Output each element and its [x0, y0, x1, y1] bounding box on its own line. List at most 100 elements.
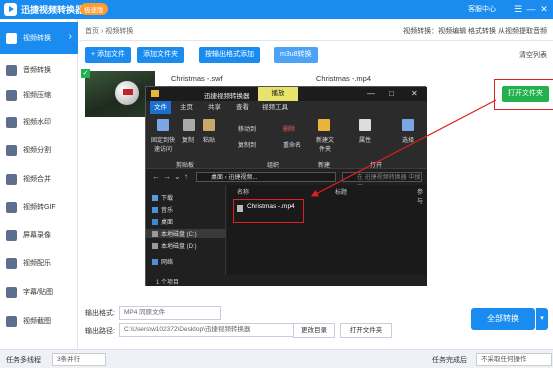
file-list: 名称 标题 参与 Christmas -.mp4 [227, 185, 427, 275]
breadcrumb: 首页 › 视频转换 [85, 26, 133, 36]
paste-icon[interactable] [203, 119, 215, 131]
split-icon [6, 144, 17, 156]
nav-item-desktop[interactable]: 桌面 [152, 217, 173, 226]
column-contributing[interactable]: 参与 [417, 187, 427, 205]
tab-view[interactable]: 查看 [232, 101, 253, 114]
up-arrow-icon[interactable]: ↑ [184, 172, 188, 181]
sidebar-item-video-convert[interactable]: 视频转换 [0, 22, 78, 54]
column-name[interactable]: 名称 [237, 187, 249, 196]
clear-list-button[interactable]: 清空列表 [519, 50, 547, 60]
nav-item-drive-c[interactable]: 本地磁盘 (C:) [146, 229, 226, 238]
open-output-folder-button[interactable]: 打开文件夹 [340, 323, 392, 338]
delete-button[interactable]: 删除 [283, 124, 295, 133]
nav-item-label: 本地磁盘 (D:) [161, 244, 197, 250]
file-explorer-window: 迅捷视频转换器 播放 — □ ✕ 文件 主页 共享 查看 视频工具 固定到快速访… [145, 86, 427, 286]
sidebar-item-label: 视频转换 [23, 35, 51, 42]
forward-arrow-icon[interactable]: → [163, 172, 171, 181]
sidebar-item-label: 视频合并 [23, 176, 51, 183]
open-group-label: 打开 [370, 163, 383, 169]
add-file-button[interactable]: + 添加文件 [85, 47, 132, 63]
tab-share[interactable]: 共享 [204, 101, 225, 114]
properties-label: 属性 [359, 138, 372, 144]
copy-to-button[interactable]: 复制到 [238, 140, 256, 149]
status-bar: 任务多线程 3条并行 任务完成后 不采取任何操作 [0, 349, 553, 368]
play-tab[interactable]: 播放 [258, 87, 298, 101]
toolbar: + 添加文件 添加文件夹 按输出格式添加 m3u8转换 清空列表 [79, 41, 553, 69]
pin-icon[interactable] [157, 119, 169, 131]
open-folder-button[interactable]: 打开文件夹 [502, 86, 549, 102]
add-folder-button[interactable]: 添加文件夹 [137, 47, 184, 63]
tab-video-tools[interactable]: 视频工具 [258, 101, 292, 114]
merge-icon [6, 173, 17, 185]
nav-item-label: 本地磁盘 (C:) [161, 232, 197, 238]
music-icon [6, 257, 17, 269]
thread-select[interactable]: 3条并行 [52, 353, 106, 366]
change-directory-button[interactable]: 更改目录 [293, 323, 335, 338]
new-folder-icon[interactable] [318, 119, 330, 131]
back-arrow-icon[interactable]: ← [152, 172, 160, 181]
ribbon-tabs: 文件 主页 共享 查看 视频工具 [146, 101, 427, 114]
app-logo-icon [4, 3, 17, 16]
thread-label: 任务多线程 [6, 357, 41, 364]
after-task-label: 任务完成后 [432, 357, 467, 364]
sidebar-item-label: 视频水印 [23, 119, 51, 126]
feature-links[interactable]: 视频转换：视频编辑 格式转换 从视频提取音频 [403, 26, 547, 36]
nav-item-drive-d[interactable]: 本地磁盘 (D:) [152, 241, 197, 250]
sidebar-item-screenshot[interactable]: 视频截图 [0, 305, 78, 337]
nav-item-network[interactable]: 网络 [152, 257, 173, 266]
after-task-select[interactable]: 不采取任何操作 [476, 353, 552, 366]
paste-label: 粘贴 [203, 138, 216, 144]
sidebar-item-label: 视频转GIF [23, 204, 56, 211]
properties-icon[interactable] [359, 119, 371, 131]
convert-menu-chevron-icon[interactable]: ▾ [536, 308, 548, 330]
nav-item-label: 网络 [161, 260, 174, 266]
navigation-pane: 下载 音乐 桌面 本地磁盘 (C:) 本地磁盘 (D:) 网络 [146, 185, 226, 275]
output-path-field[interactable]: C:\Users\w102372\Desktop\迅捷视频转换器 [119, 323, 295, 337]
explorer-status-bar: 1 个项目 [146, 275, 427, 286]
minimize-icon[interactable]: — [367, 89, 375, 98]
m3u8-convert-button[interactable]: m3u8转换 [274, 47, 318, 63]
sidebar-item-music[interactable]: 视频配乐 [0, 247, 78, 279]
folder-icon [151, 90, 159, 97]
column-title[interactable]: 标题 [335, 187, 347, 196]
output-settings: 输出格式: MP4 同原文件 输出路径: C:\Users\w102372\De… [79, 298, 553, 349]
rename-button[interactable]: 重命名 [283, 140, 301, 149]
drive-icon [152, 231, 158, 238]
sidebar: 视频转换 音频转换 视频压缩 视频水印 视频分割 视频合并 视频转GIF 屏幕录… [0, 19, 78, 349]
move-to-button[interactable]: 移动到 [238, 124, 256, 133]
recent-chevron-icon[interactable]: ⌄ [174, 172, 181, 181]
add-by-format-button[interactable]: 按输出格式添加 [199, 47, 260, 63]
breadcrumb-home[interactable]: 首页 [85, 28, 99, 35]
output-format-select[interactable]: MP4 同原文件 [119, 306, 221, 320]
path-box[interactable]: 桌面 › 迅捷视频... [196, 172, 336, 182]
explorer-title: 迅捷视频转换器 [204, 93, 250, 100]
network-icon [152, 259, 158, 266]
search-input[interactable]: 在 迅捷视频转换器 中搜索 [342, 172, 422, 191]
support-link[interactable]: 客服中心 [468, 4, 496, 14]
organize-group-label: 组织 [267, 163, 280, 169]
nav-item-music[interactable]: 音乐 [152, 205, 173, 214]
title-bar: 迅捷视频转换器 极速版 客服中心 ☰ — ✕ [0, 0, 553, 19]
pin-label: 固定到快速访问 [150, 138, 175, 153]
sidebar-item-split[interactable]: 视频分割 [0, 134, 78, 166]
breadcrumb-current: 视频转换 [105, 28, 134, 35]
copy-icon[interactable] [183, 119, 195, 131]
minimize-icon[interactable]: — [525, 3, 537, 15]
subtitle-icon [6, 286, 17, 298]
select-icon[interactable] [402, 119, 414, 131]
nav-item-downloads[interactable]: 下载 [152, 193, 173, 202]
tab-file[interactable]: 文件 [150, 101, 171, 114]
close-icon[interactable]: ✕ [411, 89, 418, 98]
maximize-icon[interactable]: □ [389, 89, 394, 98]
screenshot-icon [6, 315, 17, 327]
convert-all-button[interactable]: 全部转换 [471, 308, 535, 330]
checked-icon[interactable]: ✓ [81, 69, 90, 78]
edition-badge: 极速版 [80, 3, 108, 15]
new-group-label: 新建 [318, 163, 331, 169]
close-icon[interactable]: ✕ [538, 3, 550, 15]
tab-home[interactable]: 主页 [176, 101, 197, 114]
sidebar-item-subtitle[interactable]: 字幕/贴图 [0, 276, 78, 308]
nav-item-label: 下载 [161, 196, 174, 202]
output-filename: Christmas -.mp4 [316, 74, 372, 83]
menu-icon[interactable]: ☰ [512, 3, 524, 15]
